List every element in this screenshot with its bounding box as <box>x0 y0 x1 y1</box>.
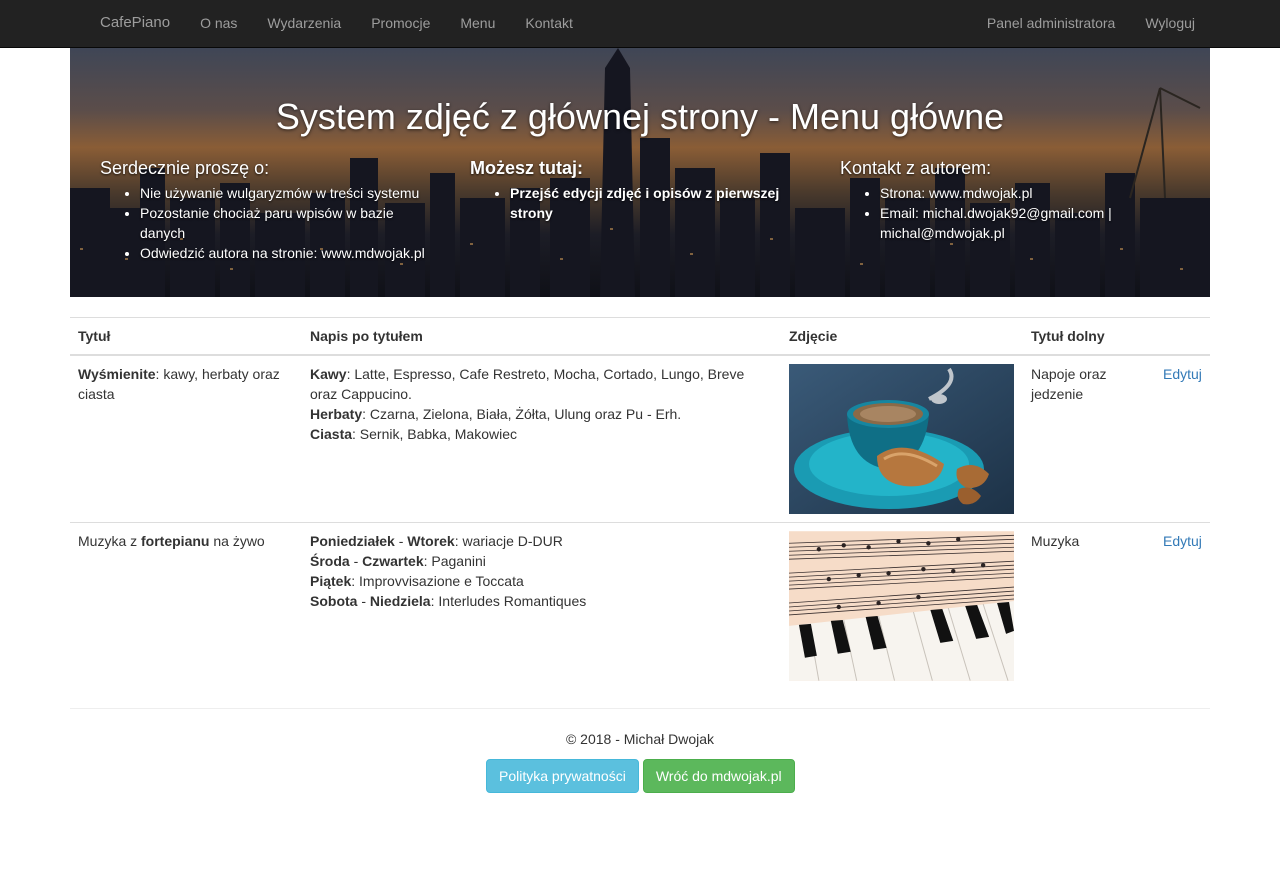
nav-item-admin-panel[interactable]: Panel administratora <box>972 0 1130 47</box>
cell-actions: Edytuj <box>1155 355 1210 523</box>
desc-text: : Improvvisazione e Toccata <box>351 573 524 589</box>
back-to-site-button[interactable]: Wróć do mdwojak.pl <box>642 759 795 793</box>
edit-link[interactable]: Edytuj <box>1163 533 1202 549</box>
cell-photo <box>781 522 1023 690</box>
header-subtitle: Napis po tytułem <box>302 317 781 356</box>
header-title: Tytuł <box>70 317 302 356</box>
hero-list-item: Email: michal.dwojak92@gmail.com | micha… <box>880 203 1130 243</box>
nav-item-kontakt[interactable]: Kontakt <box>510 0 587 47</box>
desc-label: Czwartek <box>362 553 424 569</box>
desc-text: : Interludes Romantiques <box>430 593 587 609</box>
hero-list: Przejść edycji zdjęć i opisów z pierwsze… <box>470 183 800 223</box>
table-row: Muzyka z fortepianu na żywo Poniedziałek… <box>70 522 1210 690</box>
desc-text: : Sernik, Babka, Makowiec <box>352 426 517 442</box>
desc-label: Poniedziałek <box>310 533 395 549</box>
title-bold: fortepianu <box>141 533 210 549</box>
title-bold: Wyśmienite <box>78 366 156 382</box>
desc-label: Środa <box>310 553 350 569</box>
hero-list-item: Przejść edycji zdjęć i opisów z pierwsze… <box>510 183 800 223</box>
hero-list-item: Strona: www.mdwojak.pl <box>880 183 1130 203</box>
privacy-policy-button[interactable]: Polityka prywatności <box>486 759 639 793</box>
hero-column-heading: Serdecznie proszę o: <box>100 158 270 178</box>
nav-item-promocje[interactable]: Promocje <box>356 0 445 47</box>
nav-left: CafePiano O nas Wydarzenia Promocje Menu… <box>85 0 588 47</box>
desc-label: Piątek <box>310 573 352 589</box>
nav-item-wydarzenia[interactable]: Wydarzenia <box>252 0 356 47</box>
cell-photo <box>781 355 1023 523</box>
desc-text: - <box>357 593 370 609</box>
hero-list-item: Nie używanie wulgaryzmów w treści system… <box>140 183 440 203</box>
piano-sheet-music-photo <box>789 531 1014 681</box>
hero-column-heading: Możesz tutaj: <box>470 158 584 178</box>
edit-link[interactable]: Edytuj <box>1163 366 1202 382</box>
footer-buttons: Polityka prywatności Wróć do mdwojak.pl <box>486 759 795 793</box>
desc-label: Wtorek <box>407 533 455 549</box>
desc-label: Kawy <box>310 366 347 382</box>
nav-right: Panel administratora Wyloguj <box>972 0 1210 47</box>
brand-link[interactable]: CafePiano <box>85 0 185 47</box>
hero-banner: System zdjęć z głównej strony - Menu głó… <box>70 48 1210 297</box>
desc-text: : Czarna, Zielona, Biała, Żółta, Ulung o… <box>362 406 682 422</box>
desc-label: Sobota <box>310 593 358 609</box>
desc-text: : Latte, Espresso, Cafe Restreto, Mocha,… <box>310 366 745 402</box>
desc-text: - <box>349 553 363 569</box>
footer-copyright: © 2018 - Michał Dwojak <box>565 731 715 747</box>
footer-divider <box>70 708 1210 709</box>
nav-item-o-nas[interactable]: O nas <box>185 0 252 47</box>
header-actions <box>1155 317 1210 356</box>
hero-list: Nie używanie wulgaryzmów w treści system… <box>100 183 440 263</box>
table-header-row: Tytuł Napis po tytułem Zdjęcie Tytuł dol… <box>70 317 1210 356</box>
coffee-cup-photo <box>789 364 1014 514</box>
hero-column-requests: Serdecznie proszę o: Nie używanie wulgar… <box>100 156 440 263</box>
hero-column-actions: Możesz tutaj: Przejść edycji zdjęć i opi… <box>470 156 800 223</box>
cell-title: Muzyka z fortepianu na żywo <box>70 522 302 690</box>
photos-table: Tytuł Napis po tytułem Zdjęcie Tytuł dol… <box>70 317 1210 690</box>
cell-actions: Edytuj <box>1155 522 1210 690</box>
hero-column-heading: Kontakt z autorem: <box>840 158 992 178</box>
cell-title: Wyśmienite: kawy, herbaty oraz ciasta <box>70 355 302 523</box>
desc-label: Herbaty <box>310 406 363 422</box>
cell-bottom-title: Napoje oraz jedzenie <box>1031 366 1107 402</box>
navbar: CafePiano O nas Wydarzenia Promocje Menu… <box>0 0 1280 48</box>
hero-list-item: Odwiedzić autora na stronie: www.mdwojak… <box>140 243 440 263</box>
title-text: Muzyka z <box>78 533 142 549</box>
hero-column-contact: Kontakt z autorem: Strona: www.mdwojak.p… <box>840 156 1130 243</box>
desc-text: : Paganini <box>423 553 486 569</box>
hero-list-item: Pozostanie chociaż paru wpisów w bazie d… <box>140 203 440 243</box>
desc-label: Ciasta <box>310 426 353 442</box>
hero-list: Strona: www.mdwojak.pl Email: michal.dwo… <box>840 183 1130 243</box>
cell-description: Poniedziałek - Wtorek: wariacje D-DUR Śr… <box>302 522 781 690</box>
nav-item-menu[interactable]: Menu <box>445 0 510 47</box>
photos-table-wrapper: Tytuł Napis po tytułem Zdjęcie Tytuł dol… <box>70 317 1210 690</box>
table-row: Wyśmienite: kawy, herbaty oraz ciasta Ka… <box>70 355 1210 523</box>
desc-text: - <box>394 533 408 549</box>
desc-label: Niedziela <box>369 593 431 609</box>
nav-item-logout[interactable]: Wyloguj <box>1130 0 1210 47</box>
header-photo: Zdjęcie <box>781 317 1023 356</box>
header-bottom-title: Tytuł dolny <box>1023 317 1155 356</box>
desc-text: : wariacje D-DUR <box>454 533 563 549</box>
cell-description: Kawy: Latte, Espresso, Cafe Restreto, Mo… <box>302 355 781 523</box>
hero-title: System zdjęć z głównej strony - Menu głó… <box>275 96 1005 137</box>
cell-bottom-title: Muzyka <box>1023 522 1155 690</box>
title-text: na żywo <box>209 533 265 549</box>
